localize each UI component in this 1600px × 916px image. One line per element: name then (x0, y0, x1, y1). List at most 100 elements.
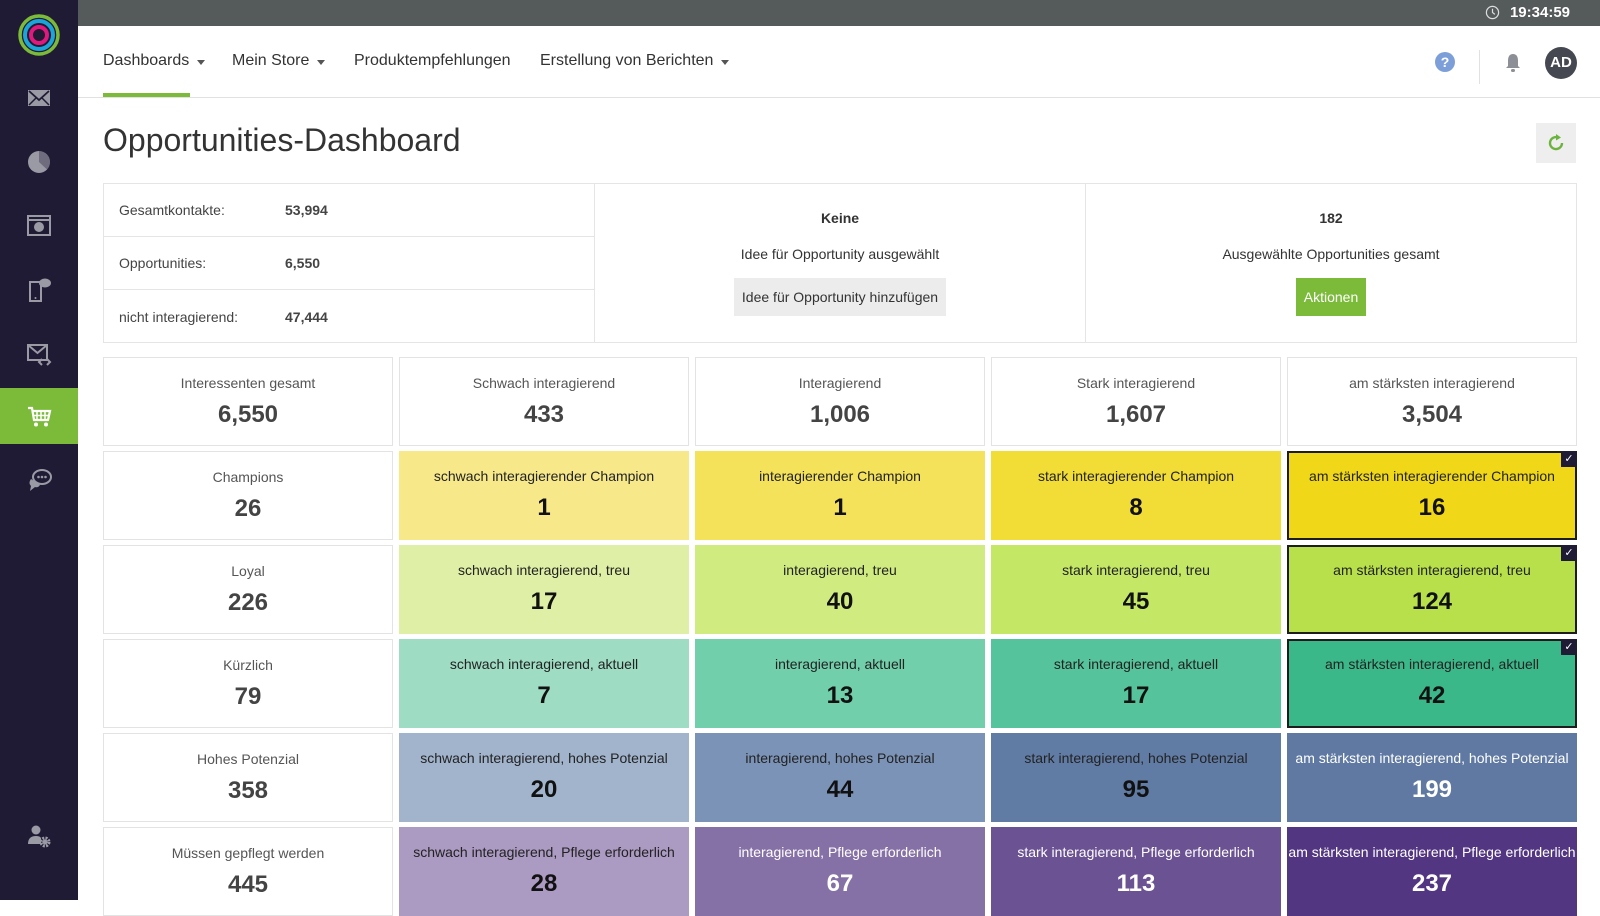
cell-value: 445 (227, 871, 269, 898)
sidebar (0, 0, 78, 900)
row-header[interactable]: Hohes Potenzial 358 (103, 733, 393, 822)
opportunity-grid: Interessenten gesamt 6,550 Schwach interag… (103, 357, 1577, 916)
cell-value: 13 (826, 682, 854, 709)
stat-label: Opportunities: (119, 255, 207, 271)
caret-down-icon (721, 59, 730, 65)
cell-value: 199 (1411, 776, 1453, 803)
segment-cell[interactable]: stark interagierender Champion 8 (991, 451, 1281, 540)
cell-value: 44 (826, 776, 854, 803)
segment-cell[interactable]: am stärksten interagierend, treu 124 ✓ (1287, 545, 1577, 634)
segment-cell[interactable]: stark interagierend, hohes Potenzial 95 (991, 733, 1281, 822)
pie-chart-icon (28, 151, 50, 173)
bell-icon[interactable] (1503, 52, 1523, 74)
segment-cell[interactable]: schwach interagierender Champion 1 (399, 451, 689, 540)
add-idea-button[interactable]: Idee für Opportunity hinzufügen (733, 278, 947, 316)
segment-cell[interactable]: am stärksten interagierend, aktuell 42 ✓ (1287, 639, 1577, 728)
sidebar-item-commerce[interactable] (0, 388, 78, 444)
row-header[interactable]: Müssen gepflegt werden 445 (103, 827, 393, 916)
row-header[interactable]: Loyal 226 (103, 545, 393, 634)
clock: 19:34:59 (1485, 4, 1570, 21)
cell-label: schwach interagierend, Pflege erforderli… (413, 844, 675, 860)
nav-berichte[interactable]: Erstellung von Berichten (540, 52, 730, 70)
nav-mein-store[interactable]: Mein Store (232, 52, 326, 70)
cell-value: 26 (234, 495, 262, 522)
cell-value: 124 (1411, 588, 1453, 615)
refresh-button[interactable] (1536, 123, 1576, 163)
segment-cell[interactable]: stark interagierend, treu 45 (991, 545, 1281, 634)
cell-label: interagierend, aktuell (775, 656, 905, 672)
cell-value: 28 (530, 870, 558, 897)
segment-cell[interactable]: interagierend, hohes Potenzial 44 (695, 733, 985, 822)
sidebar-item-analytics[interactable] (0, 134, 78, 190)
help-icon[interactable]: ? (1435, 52, 1455, 72)
nav-produktempfehlungen[interactable]: Produktempfehlungen (354, 52, 511, 70)
cell-label: interagierend, hohes Potenzial (745, 750, 935, 766)
sidebar-item-user-settings[interactable] (0, 808, 78, 864)
cell-value: 79 (234, 683, 262, 710)
column-header[interactable]: Schwach interagierend 433 (399, 357, 689, 446)
idea-panel: Keine Idee für Opportunity ausgewählt Id… (595, 184, 1085, 342)
segment-cell[interactable]: am stärksten interagierend, hohes Potenz… (1287, 733, 1577, 822)
checkbox-checked-icon[interactable]: ✓ (1561, 545, 1577, 561)
column-header[interactable]: Interagierend 1,006 (695, 357, 985, 446)
refresh-icon (1548, 134, 1564, 151)
sidebar-item-web-analytics[interactable] (0, 198, 78, 254)
segment-cell[interactable]: stark interagierend, aktuell 17 (991, 639, 1281, 728)
segment-cell[interactable]: schwach interagierend, treu 17 (399, 545, 689, 634)
cell-label: am stärksten interagierender Champion (1309, 468, 1555, 484)
cell-label: schwach interagierend, hohes Potenzial (420, 750, 668, 766)
row-header[interactable]: Champions 26 (103, 451, 393, 540)
checkbox-checked-icon[interactable]: ✓ (1561, 451, 1577, 467)
cell-label: Hohes Potenzial (197, 751, 299, 767)
segment-cell[interactable]: interagierender Champion 1 (695, 451, 985, 540)
cell-label: am stärksten interagierend, aktuell (1325, 656, 1539, 672)
avatar[interactable]: AD (1545, 47, 1577, 79)
clock-icon (1485, 5, 1500, 20)
clock-time: 19:34:59 (1509, 4, 1570, 21)
cell-value: 17 (1122, 682, 1150, 709)
segment-cell[interactable]: interagierend, treu 40 (695, 545, 985, 634)
segment-cell[interactable]: schwach interagierend, hohes Potenzial 20 (399, 733, 689, 822)
cell-label: am stärksten interagierend (1349, 375, 1515, 391)
segment-cell[interactable]: stark interagierend, Pflege erforderlich… (991, 827, 1281, 916)
app-logo-icon[interactable] (18, 14, 60, 56)
column-header[interactable]: Interessenten gesamt 6,550 (103, 357, 393, 446)
stat-value: 47,444 (285, 308, 328, 325)
segment-cell[interactable]: schwach interagierend, Pflege erforderli… (399, 827, 689, 916)
segment-cell[interactable]: am stärksten interagierend, Pflege erfor… (1287, 827, 1577, 916)
summary-panel: Gesamtkontakte: 53,994 Opportunities: 6,… (103, 183, 1577, 343)
cell-value: 1,006 (809, 401, 871, 428)
row-header[interactable]: Kürzlich 79 (103, 639, 393, 728)
checkbox-checked-icon[interactable]: ✓ (1561, 639, 1577, 655)
cell-value: 1,607 (1105, 401, 1167, 428)
stat-row: Gesamtkontakte: 53,994 (104, 184, 594, 237)
page-title: Opportunities-Dashboard (103, 122, 461, 158)
sidebar-item-mobile[interactable] (0, 262, 78, 318)
stat-row: nicht interagierend: 47,444 (104, 290, 594, 343)
cell-label: stark interagierend, hohes Potenzial (1024, 750, 1248, 766)
cell-label: Champions (212, 469, 284, 485)
cell-value: 95 (1122, 776, 1150, 803)
actions-button[interactable]: Aktionen (1295, 278, 1367, 316)
segment-cell[interactable]: schwach interagierend, aktuell 7 (399, 639, 689, 728)
caret-down-icon (197, 59, 206, 65)
column-header[interactable]: Stark interagierend 1,607 (991, 357, 1281, 446)
idea-description: Idee für Opportunity ausgewählt (740, 246, 940, 262)
nav-label: Erstellung von Berichten (540, 52, 714, 69)
cell-label: stark interagierend, Pflege erforderlich (1017, 844, 1255, 860)
nav-dashboards[interactable]: Dashboards (103, 52, 206, 70)
sidebar-item-email[interactable] (0, 70, 78, 126)
sidebar-item-chat[interactable] (0, 452, 78, 508)
sidebar-item-email-code[interactable] (0, 326, 78, 382)
cell-label: interagierend, treu (783, 562, 897, 578)
cell-label: stark interagierender Champion (1037, 468, 1235, 484)
segment-cell[interactable]: am stärksten interagierender Champion 16 ✓ (1287, 451, 1577, 540)
cell-value: 20 (530, 776, 558, 803)
selected-panel: 182 Ausgewählte Opportunities gesamt Akt… (1085, 184, 1576, 342)
segment-cell[interactable]: interagierend, Pflege erforderlich 67 (695, 827, 985, 916)
main-nav: Dashboards Mein Store Produktempfehlunge… (78, 26, 1600, 98)
segment-cell[interactable]: interagierend, aktuell 13 (695, 639, 985, 728)
column-header[interactable]: am stärksten interagierend 3,504 (1287, 357, 1577, 446)
browser-chart-icon (27, 215, 51, 236)
cell-label: Interagierend (798, 375, 882, 391)
